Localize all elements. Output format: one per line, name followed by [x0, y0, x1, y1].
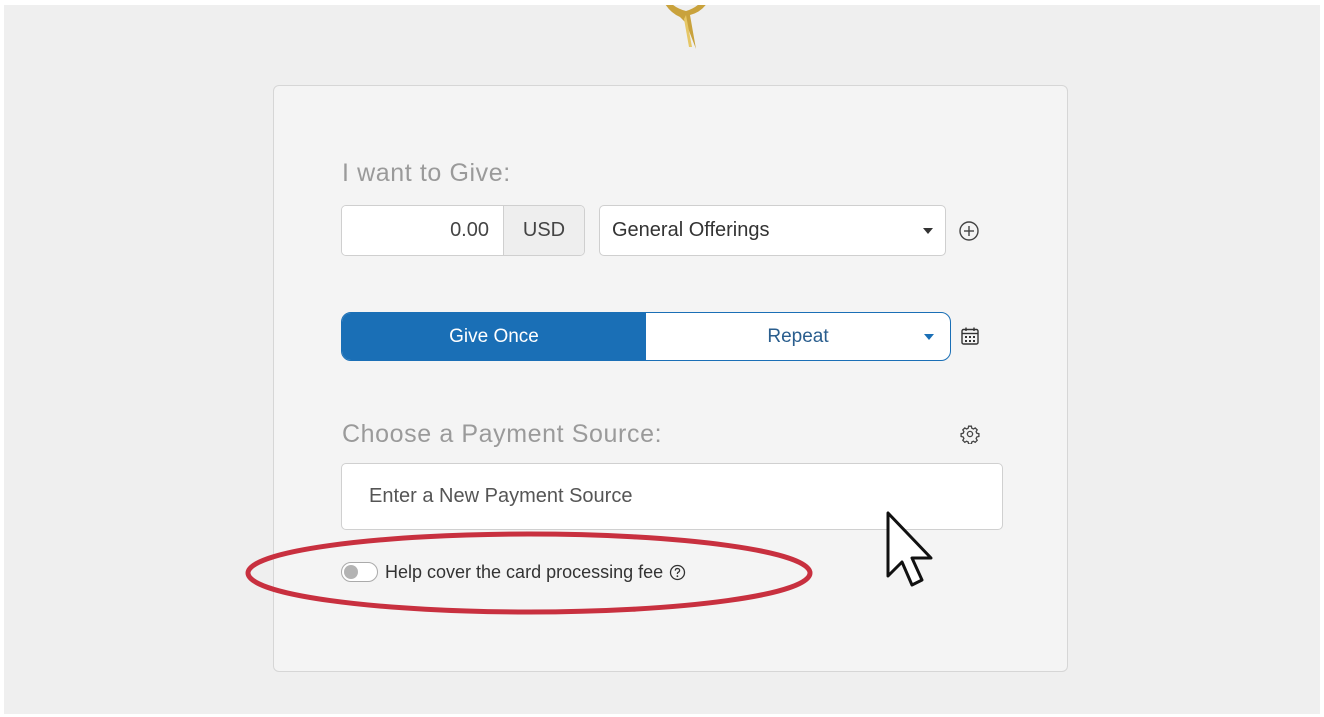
fund-select[interactable]: General Offerings — [599, 205, 946, 256]
gear-icon[interactable] — [960, 424, 980, 444]
highlight-ellipse-annotation — [245, 531, 813, 615]
calendar-icon[interactable] — [960, 326, 980, 346]
payment-heading: Choose a Payment Source: — [342, 420, 663, 448]
give-heading: I want to Give: — [342, 159, 511, 187]
plus-circle-icon[interactable] — [958, 220, 980, 242]
page-background: I want to Give: USD General Offerings Gi… — [4, 5, 1320, 714]
frequency-toggle: Give Once Repeat — [341, 312, 951, 361]
repeat-label: Repeat — [767, 325, 829, 347]
amount-input[interactable] — [342, 206, 504, 255]
logo-icon — [665, 5, 706, 49]
give-once-button[interactable]: Give Once — [342, 313, 646, 360]
mouse-cursor-icon — [886, 511, 933, 587]
chevron-down-icon — [923, 228, 933, 234]
amount-input-group: USD — [341, 205, 585, 256]
currency-label: USD — [504, 206, 584, 255]
chevron-down-icon — [924, 334, 934, 340]
repeat-dropdown-button[interactable]: Repeat — [646, 313, 950, 360]
fund-select-value: General Offerings — [612, 219, 770, 241]
